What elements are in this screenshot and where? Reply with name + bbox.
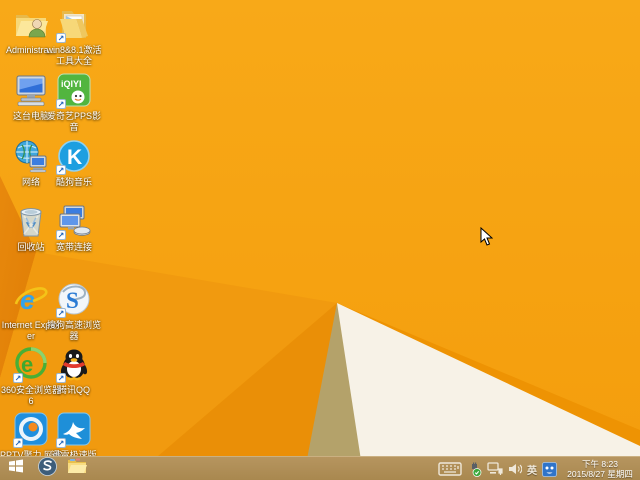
icon-label: 回收站 — [17, 242, 45, 252]
shortcut-arrow-icon: ↗ — [56, 99, 66, 109]
iqiyi-wordmark: iQIYI — [61, 79, 82, 89]
icon-label: win8&8.1激活工具大全 — [46, 45, 102, 66]
shortcut-arrow-icon: ↗ — [56, 33, 66, 43]
desktop-icon-xunlei[interactable]: ↗ 迅雷极速版 — [43, 412, 105, 461]
taskbar-item-file-explorer[interactable] — [62, 457, 92, 480]
ime-language-indicator[interactable]: 英 — [527, 462, 537, 477]
taskbar-clock[interactable]: 下午 8:23 2015/8/27 星期四 — [562, 459, 638, 479]
start-button[interactable] — [0, 457, 32, 480]
file-explorer-icon — [67, 458, 87, 479]
icon-label: 宽带连接 — [55, 242, 92, 252]
desktop-icon-qq[interactable]: ↗ 腾讯QQ — [43, 348, 105, 396]
shortcut-arrow-icon: ↗ — [56, 373, 66, 383]
shortcut-arrow-icon: ↗ — [13, 373, 23, 383]
shortcut-arrow-icon: ↗ — [56, 165, 66, 175]
blue-app-tray-icon[interactable] — [542, 461, 557, 477]
360-letter: e — [21, 352, 33, 377]
icon-label: 搜狗高速浏览器 — [46, 320, 101, 341]
icon-label: 爱奇艺PPS影音 — [46, 111, 101, 132]
safely-remove-hardware-icon[interactable] — [467, 462, 482, 477]
shortcut-arrow-icon: ↗ — [56, 230, 66, 240]
clock-time: 下午 8:23 — [582, 459, 618, 469]
taskbar: 英 下午 8:23 2015/8/27 星期四 — [0, 456, 640, 480]
shortcut-arrow-icon: ↗ — [56, 308, 66, 318]
network-status-icon[interactable] — [487, 462, 503, 476]
mouse-cursor — [480, 227, 493, 246]
sogou-letter: S — [66, 288, 79, 313]
icon-label: 网络 — [21, 177, 40, 187]
icon-label: 腾讯QQ — [57, 385, 90, 395]
desktop-icon-broadband[interactable]: ↗ 宽带连接 — [43, 205, 105, 253]
desktop-icon-iqiyi[interactable]: iQIYI ↗ 爱奇艺PPS影音 — [43, 73, 105, 133]
windows8-desktop: Administra... 这台电脑 网络 回收站 e Internet Exp… — [0, 0, 640, 480]
windows-logo-icon — [8, 458, 24, 479]
kugou-letter: K — [67, 146, 82, 169]
shortcut-arrow-icon: ↗ — [13, 438, 23, 448]
desktop-icon-kugou[interactable]: K ↗ 酷狗音乐 — [43, 139, 105, 188]
desktop-icon-sogou[interactable]: S ↗ 搜狗高速浏览器 — [43, 283, 105, 342]
desktop-icon-win8-activation-folder[interactable]: ↗ win8&8.1激活工具大全 — [43, 8, 105, 67]
system-tray: 英 下午 8:23 2015/8/27 星期四 — [438, 457, 638, 480]
clock-date: 2015/8/27 星期四 — [567, 469, 633, 479]
taskbar-item-sogou-browser[interactable] — [32, 456, 62, 480]
icon-label: 酷狗音乐 — [55, 177, 92, 187]
touch-keyboard-icon[interactable] — [438, 462, 462, 476]
sogou-taskbar-icon — [37, 456, 57, 480]
shortcut-arrow-icon: ↗ — [56, 438, 66, 448]
volume-icon[interactable] — [508, 462, 522, 476]
